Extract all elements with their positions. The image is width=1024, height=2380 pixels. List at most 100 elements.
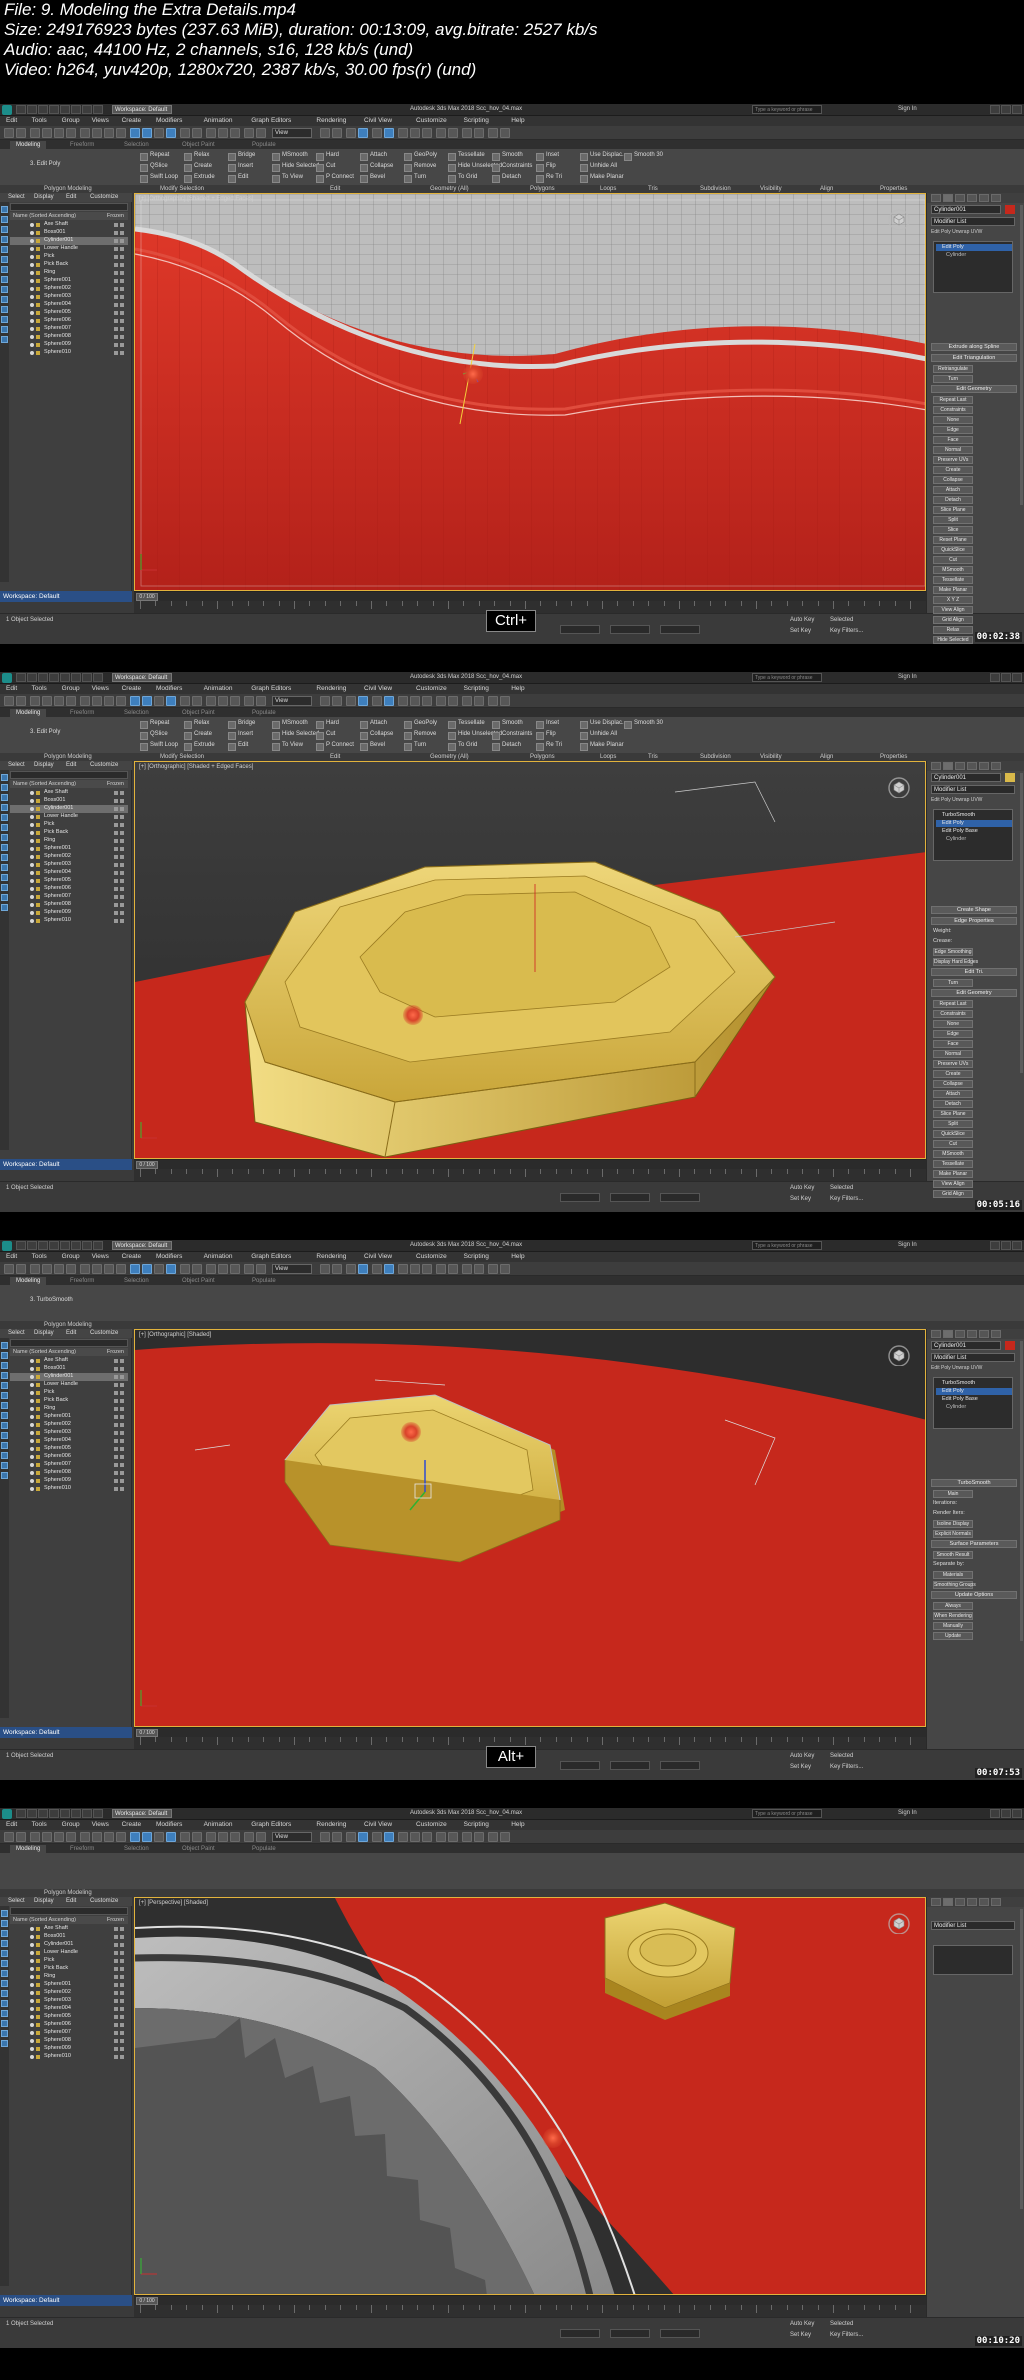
ribbon-tab-freeform[interactable]: Freeform (64, 141, 100, 149)
menu-item-animation[interactable]: Animation (204, 1253, 233, 1260)
menu-item-views[interactable]: Views (92, 117, 109, 124)
search-input[interactable]: Type a keyword or phrase (752, 673, 822, 682)
toolbar-tool-icon[interactable] (320, 696, 330, 706)
toolbar-tool-icon[interactable] (166, 128, 176, 138)
time-slider[interactable]: 0 / 100 (134, 1159, 926, 1169)
scene-tab[interactable]: Display (34, 194, 54, 200)
toolbar-tool-icon[interactable] (332, 696, 342, 706)
toolbar-tool-icon[interactable] (116, 1832, 126, 1842)
scene-list-item[interactable]: Boss001 (10, 797, 128, 805)
ribbon-group-label[interactable]: Polygon Modeling (44, 1889, 92, 1897)
menu-item-animation[interactable]: Animation (204, 1821, 233, 1828)
ribbon-tool-button[interactable]: Create (194, 731, 212, 737)
menu-item-views[interactable]: Views (92, 685, 109, 692)
reference-coordinate-dropdown[interactable]: View (272, 1264, 312, 1274)
freeze-toggle-icon[interactable] (120, 1487, 124, 1491)
visibility-eye-icon[interactable] (30, 2039, 34, 2043)
scene-list-item[interactable]: Sphere001 (10, 277, 128, 285)
scene-filter-icon[interactable] (1, 894, 8, 901)
visibility-eye-icon[interactable] (30, 263, 34, 267)
toolbar-tool-icon[interactable] (130, 128, 140, 138)
search-input[interactable]: Type a keyword or phrase (752, 1809, 822, 1818)
z-coordinate-field[interactable] (660, 1761, 700, 1770)
toolbar-tool-icon[interactable] (192, 1832, 202, 1842)
toolbar-tool-icon[interactable] (116, 696, 126, 706)
ribbon-tab-object-paint[interactable]: Object Paint (176, 1277, 221, 1285)
visibility-eye-icon[interactable] (30, 255, 34, 259)
selected-dropdown[interactable]: Selected (830, 1753, 853, 1759)
visibility-eye-icon[interactable] (30, 831, 34, 835)
freeze-toggle-icon[interactable] (120, 351, 124, 355)
menu-item-scripting[interactable]: Scripting (464, 1253, 489, 1260)
toolbar-tool-icon[interactable] (410, 696, 420, 706)
render-toggle-icon[interactable] (114, 2007, 118, 2011)
y-coordinate-field[interactable] (610, 1761, 650, 1770)
viewport-label[interactable]: [+] [Orthographic] [Shaded + Edged Faces… (139, 196, 253, 202)
scene-tab[interactable]: Edit (66, 1898, 76, 1904)
panel-control[interactable]: Face (933, 436, 973, 444)
toolbar-tool-icon[interactable] (142, 1832, 152, 1842)
z-coordinate-field[interactable] (660, 2329, 700, 2338)
render-toggle-icon[interactable] (114, 271, 118, 275)
scene-list-item[interactable]: Sphere005 (10, 1445, 128, 1453)
scene-list-item[interactable]: Sphere008 (10, 2037, 128, 2045)
search-input[interactable]: Type a keyword or phrase (752, 105, 822, 114)
menu-item-edit[interactable]: Edit (6, 1821, 17, 1828)
scene-list-item[interactable]: Axe Shaft (10, 1357, 128, 1365)
render-toggle-icon[interactable] (114, 343, 118, 347)
ribbon-tool-button[interactable]: Bevel (370, 174, 385, 180)
panel-control[interactable]: Normal (933, 1050, 973, 1058)
freeze-toggle-icon[interactable] (120, 1399, 124, 1403)
toolbar-tool-icon[interactable] (448, 696, 458, 706)
scene-filter-icon[interactable] (1, 804, 8, 811)
visibility-eye-icon[interactable] (30, 303, 34, 307)
render-toggle-icon[interactable] (114, 247, 118, 251)
visibility-eye-icon[interactable] (30, 1967, 34, 1971)
scene-list-item[interactable]: Sphere009 (10, 909, 128, 917)
menu-item-tools[interactable]: Tools (32, 1821, 47, 1828)
toolbar-tool-icon[interactable] (80, 128, 90, 138)
toolbar-tool-icon[interactable] (104, 128, 114, 138)
render-toggle-icon[interactable] (114, 1463, 118, 1467)
freeze-toggle-icon[interactable] (120, 1407, 124, 1411)
toolbar-tool-icon[interactable] (422, 128, 432, 138)
menu-item-animation[interactable]: Animation (204, 117, 233, 124)
visibility-eye-icon[interactable] (30, 343, 34, 347)
toolbar-tool-icon[interactable] (398, 128, 408, 138)
toolbar-tool-icon[interactable] (218, 696, 228, 706)
ribbon-tab-freeform[interactable]: Freeform (64, 1277, 100, 1285)
render-toggle-icon[interactable] (114, 1927, 118, 1931)
toolbar-tool-icon[interactable] (192, 1264, 202, 1274)
freeze-toggle-icon[interactable] (120, 2015, 124, 2019)
key-filters-button[interactable]: Key Filters... (830, 1196, 863, 1202)
render-toggle-icon[interactable] (114, 1935, 118, 1939)
scene-list-item[interactable]: Sphere001 (10, 845, 128, 853)
scene-filter-icon[interactable] (1, 1352, 8, 1359)
close-button[interactable] (1012, 1241, 1022, 1250)
freeze-toggle-icon[interactable] (120, 319, 124, 323)
toolbar-tool-icon[interactable] (80, 1264, 90, 1274)
close-button[interactable] (1012, 1809, 1022, 1818)
scene-list-item[interactable]: Sphere003 (10, 1429, 128, 1437)
scene-list-item[interactable]: Pick (10, 1957, 128, 1965)
scene-list-item[interactable]: Sphere010 (10, 1485, 128, 1493)
scene-filter-icon[interactable] (1, 316, 8, 323)
quick-access-icon[interactable] (16, 1809, 26, 1818)
viewport[interactable]: [+] [Orthographic] [Shaded] (134, 1329, 926, 1727)
scene-filter-icon[interactable] (1, 306, 8, 313)
quick-access-icon[interactable] (27, 105, 37, 114)
render-toggle-icon[interactable] (114, 263, 118, 267)
scene-list-item[interactable]: Ring (10, 837, 128, 845)
selected-dropdown[interactable]: Selected (830, 617, 853, 623)
ribbon-tool-button[interactable]: Swift Loop (150, 174, 178, 180)
reference-coordinate-dropdown[interactable]: View (272, 128, 312, 138)
freeze-toggle-icon[interactable] (120, 1391, 124, 1395)
visibility-eye-icon[interactable] (30, 287, 34, 291)
modifier-stack-item[interactable]: Edit Poly Base (936, 1396, 1012, 1403)
panel-control[interactable]: Tessellate (933, 576, 973, 584)
menu-item-civil-view[interactable]: Civil View (364, 685, 392, 692)
toolbar-tool-icon[interactable] (448, 128, 458, 138)
ribbon-tab-selection[interactable]: Selection (118, 1845, 155, 1853)
toolbar-tool-icon[interactable] (422, 696, 432, 706)
command-panel-scrollbar[interactable] (1020, 773, 1023, 1073)
